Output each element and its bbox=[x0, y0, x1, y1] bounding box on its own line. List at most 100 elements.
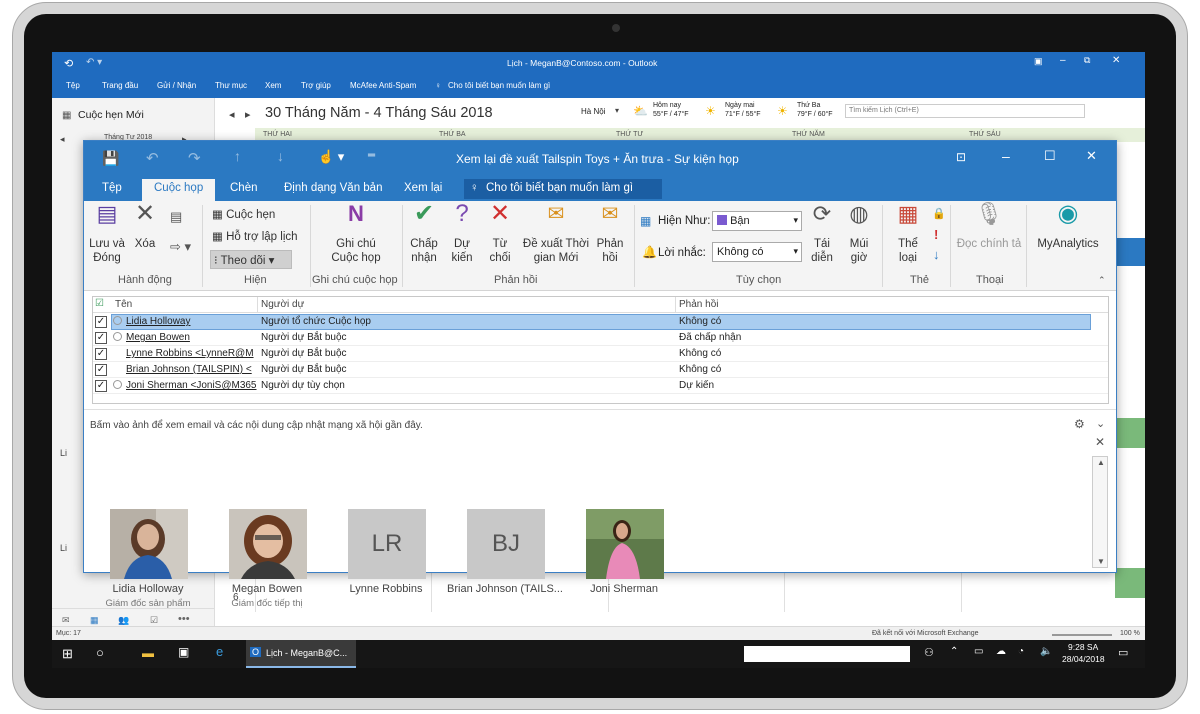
table-row[interactable]: ✓ Lynne Robbins <LynneR@M Người dự Bắt b… bbox=[93, 346, 1108, 362]
people-pane-settings-icon[interactable]: ⚙ bbox=[1074, 417, 1085, 431]
save-icon[interactable]: 💾 bbox=[102, 150, 119, 167]
tracking-button[interactable]: ⁝ Theo dõi ▾ bbox=[210, 250, 292, 269]
menu-folder[interactable]: Thư mục bbox=[215, 81, 247, 90]
undo-icon[interactable]: ↶ bbox=[146, 149, 159, 167]
table-row[interactable]: ✓ Lidia Holloway Người tổ chức Cuộc họp … bbox=[93, 314, 1108, 330]
calendar-search-input[interactable]: Tìm kiếm Lịch (Ctrl+E) bbox=[845, 104, 1085, 118]
notifications-icon[interactable]: ▭ bbox=[1118, 646, 1128, 659]
column-response[interactable]: Phản hồi bbox=[679, 299, 718, 310]
attend-checkbox[interactable]: ✓ bbox=[95, 364, 107, 376]
close-people-pane-icon[interactable]: ✕ bbox=[1095, 435, 1105, 449]
menu-view[interactable]: Xem bbox=[265, 81, 281, 90]
attendee-name[interactable]: Lynne Robbins <LynneR@M bbox=[126, 348, 258, 359]
tasks-icon[interactable]: ☑ bbox=[150, 615, 158, 626]
menu-help[interactable]: Trợ giúp bbox=[301, 81, 331, 90]
private-icon[interactable]: 🔒 bbox=[932, 207, 946, 220]
tab-review[interactable]: Xem lại bbox=[404, 182, 442, 194]
next-week-icon[interactable]: ▸ bbox=[245, 108, 251, 121]
more-icon[interactable]: ••• bbox=[178, 613, 190, 625]
store-icon[interactable]: ▣ bbox=[178, 645, 189, 659]
restore-icon[interactable]: ⧉ bbox=[1084, 55, 1090, 66]
reminder-dropdown[interactable]: Không có ▾ bbox=[712, 242, 802, 262]
attend-checkbox[interactable]: ✓ bbox=[95, 316, 107, 328]
low-importance-icon[interactable]: ↓ bbox=[933, 247, 940, 262]
dictate-button[interactable]: 🎙 Đọc chính tả bbox=[954, 203, 1024, 251]
prev-week-icon[interactable]: ◂ bbox=[229, 108, 235, 121]
column-name[interactable]: Tên bbox=[115, 299, 132, 310]
calendar-group-label[interactable]: Li bbox=[60, 448, 67, 458]
accept-button[interactable]: ✔ Chấp nhận bbox=[406, 202, 442, 265]
show-as-dropdown[interactable]: Bận ▾ bbox=[712, 211, 802, 231]
avatar[interactable]: BJ bbox=[467, 509, 545, 579]
city-dropdown-icon[interactable]: ▾ bbox=[615, 106, 619, 115]
ribbon-display-icon[interactable]: ▣ bbox=[1034, 56, 1043, 67]
recurrence-button[interactable]: ⟳ Tái diễn bbox=[806, 203, 838, 265]
touch-mode-icon[interactable]: ☝ ▾ bbox=[318, 149, 344, 165]
save-close-button[interactable]: ▤ Lưu và Đóng bbox=[88, 203, 126, 265]
minimize-icon[interactable]: – bbox=[1060, 55, 1066, 66]
outlook-icon[interactable]: ⟲ bbox=[64, 57, 73, 70]
tab-insert[interactable]: Chèn bbox=[230, 182, 258, 194]
meeting-notes-button[interactable]: N Ghi chú Cuộc họp bbox=[328, 203, 384, 265]
taskbar-search-box[interactable] bbox=[744, 646, 910, 662]
clock-time[interactable]: 9:28 SA bbox=[1068, 642, 1098, 652]
ribbon-options-icon[interactable]: ⊡ bbox=[956, 150, 966, 164]
menu-mcafee[interactable]: McAfee Anti-Spam bbox=[350, 81, 416, 90]
menu-file[interactable]: Tệp bbox=[66, 81, 80, 90]
calendar-icon[interactable]: ▦ bbox=[90, 615, 99, 626]
zoom-slider[interactable] bbox=[1052, 634, 1112, 636]
up-arrow-icon[interactable]: ↑ bbox=[234, 148, 241, 164]
file-explorer-icon[interactable]: ▬ bbox=[142, 646, 154, 660]
propose-time-button[interactable]: ✉ Đề xuất Thời gian Mới bbox=[520, 204, 592, 265]
expand-icon[interactable]: ⌄ bbox=[1096, 417, 1105, 430]
tab-file[interactable]: Tệp bbox=[102, 182, 122, 194]
categorize-button[interactable]: ▦ Thể loại bbox=[890, 203, 926, 265]
network-icon[interactable]: ▭ bbox=[974, 646, 983, 657]
volume-icon[interactable]: 🔈 bbox=[1040, 646, 1052, 657]
respond-button[interactable]: ✉ Phản hồi bbox=[592, 204, 628, 265]
taskbar-outlook-task[interactable]: O Lịch - MeganB@C... bbox=[246, 640, 356, 668]
table-row[interactable]: ✓ Joni Sherman <JoniS@M365 Người dự tùy … bbox=[93, 378, 1108, 394]
attend-checkbox[interactable]: ✓ bbox=[95, 380, 107, 392]
scheduling-button[interactable]: ▦ Hỗ trợ lập lịch bbox=[212, 229, 298, 243]
attendee-name[interactable]: Brian Johnson (TAILSPIN) < bbox=[126, 364, 258, 375]
tab-meeting[interactable]: Cuộc họp bbox=[142, 179, 216, 201]
high-importance-icon[interactable]: ! bbox=[934, 227, 938, 242]
decline-button[interactable]: ✕ Từ chối bbox=[484, 202, 516, 265]
close-icon[interactable]: ✕ bbox=[1112, 55, 1120, 66]
customize-toolbar-icon[interactable]: ═ bbox=[368, 150, 375, 161]
tracking-column-icon[interactable]: ☑ bbox=[95, 298, 104, 309]
windows-start-icon[interactable]: ⊞ bbox=[62, 646, 73, 662]
new-appointment-button[interactable]: Cuộc hẹn Mới bbox=[78, 109, 144, 121]
table-row[interactable]: ✓ Megan Bowen Người dự Bắt buộc Đã chấp … bbox=[93, 330, 1108, 346]
redo-icon[interactable]: ↷ bbox=[188, 149, 201, 167]
wifi-icon[interactable]: ◔ bbox=[1018, 646, 1024, 657]
avatar[interactable]: LR bbox=[348, 509, 426, 579]
cloud-icon[interactable]: ☁ bbox=[996, 646, 1006, 657]
undo-icon[interactable]: ↶ ▾ bbox=[86, 57, 102, 68]
tell-me-box[interactable]: ♀ Cho tôi biết bạn muốn làm gì bbox=[464, 179, 662, 199]
attendee-name[interactable]: Joni Sherman <JoniS@M365 bbox=[126, 380, 258, 391]
maximize-icon[interactable]: ☐ bbox=[1044, 148, 1056, 164]
tentative-button[interactable]: ? Dự kiến bbox=[446, 202, 478, 265]
menu-tell-me[interactable]: Cho tôi biết bạn muốn làm gì bbox=[448, 81, 550, 90]
prev-month-icon[interactable]: ◂ bbox=[60, 134, 65, 145]
attendee-name[interactable]: Megan Bowen bbox=[126, 332, 190, 343]
minimize-icon[interactable]: – bbox=[1002, 148, 1010, 164]
menu-home[interactable]: Trang đầu bbox=[102, 81, 138, 90]
menu-send-receive[interactable]: Gửi / Nhận bbox=[157, 81, 196, 90]
avatar[interactable] bbox=[586, 509, 664, 579]
mail-icon[interactable]: ✉ bbox=[62, 615, 70, 626]
forward-icon[interactable]: ⇨ ▾ bbox=[170, 239, 191, 255]
time-zones-button[interactable]: ◍ Múi giờ bbox=[844, 203, 874, 265]
table-row[interactable]: ✓ Brian Johnson (TAILSPIN) < Người dự Bắ… bbox=[93, 362, 1108, 378]
close-icon[interactable]: ✕ bbox=[1086, 148, 1097, 164]
column-attendance[interactable]: Người dự bbox=[261, 299, 304, 310]
appointment-button[interactable]: ▦ Cuộc hẹn bbox=[212, 207, 275, 221]
attend-checkbox[interactable]: ✓ bbox=[95, 348, 107, 360]
calendar-group-label-2[interactable]: Li bbox=[60, 543, 67, 553]
city-selector[interactable]: Hà Nội bbox=[581, 107, 605, 116]
tab-format-text[interactable]: Định dạng Văn bản bbox=[284, 182, 382, 194]
people-icon[interactable]: 👥 bbox=[118, 615, 129, 626]
cortana-icon[interactable]: ○ bbox=[96, 645, 104, 660]
